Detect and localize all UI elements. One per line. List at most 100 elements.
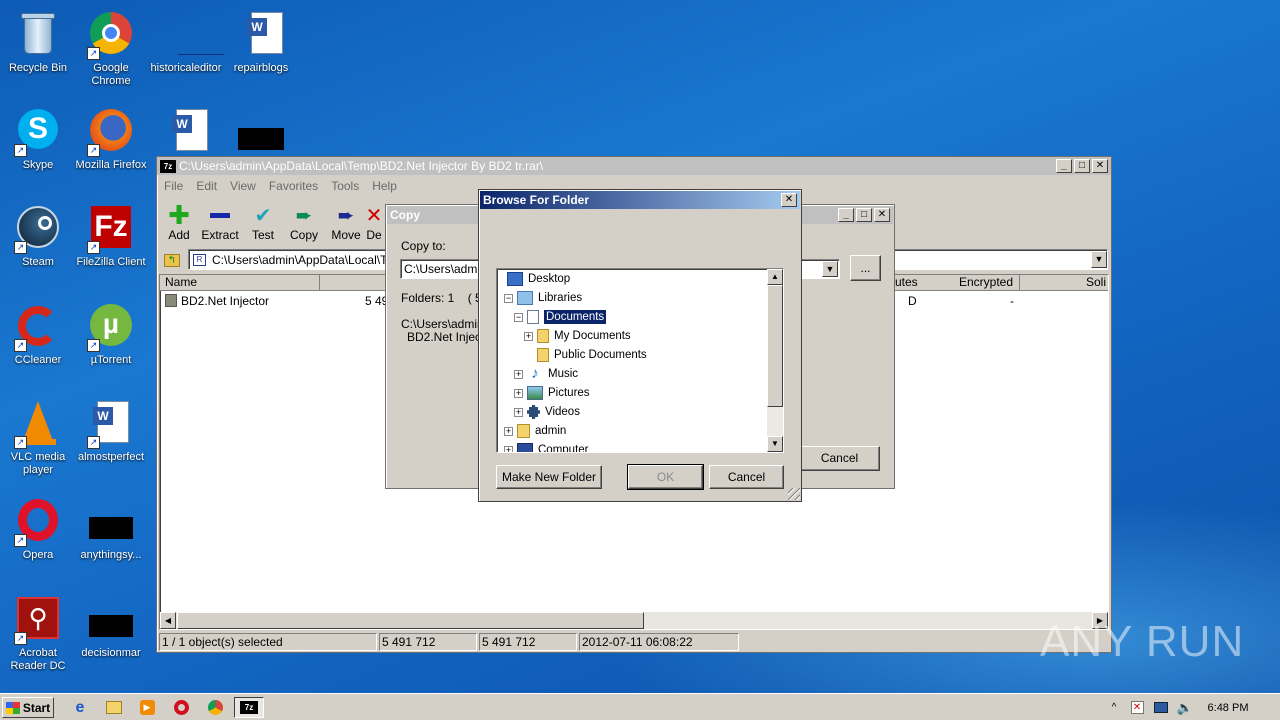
expand-icon[interactable]: + xyxy=(514,388,523,398)
browse-button[interactable]: ... xyxy=(850,255,881,281)
ok-button[interactable]: OK xyxy=(627,464,704,490)
computer-icon xyxy=(517,443,533,452)
maximize-button[interactable]: □ xyxy=(1074,159,1090,173)
tree-item-videos[interactable]: + Videos xyxy=(514,403,580,421)
desktop-icon-acrobat[interactable]: ⚲ ↗ Acrobat Reader DC xyxy=(0,589,76,673)
tree-item-admin[interactable]: + admin xyxy=(504,422,566,440)
folder-icon xyxy=(537,348,549,362)
desktop-icon-word-doc[interactable]: W xyxy=(148,101,224,159)
menu-edit[interactable]: Edit xyxy=(196,179,217,193)
action-center-icon[interactable]: ✕ xyxy=(1128,697,1146,718)
scroll-thumb[interactable] xyxy=(767,285,783,407)
blank-icon xyxy=(162,10,224,58)
clock[interactable]: 6:48 PM xyxy=(1200,697,1256,718)
desktop-icon-historicaleditor[interactable]: historicaleditor xyxy=(148,4,224,75)
tree-item-libraries[interactable]: − Libraries xyxy=(504,289,582,307)
explorer-icon[interactable] xyxy=(104,697,124,718)
desktop-icon-skype[interactable]: S ↗ Skype xyxy=(0,101,76,172)
tree-item-music[interactable]: + ♪ Music xyxy=(514,365,578,383)
desktop-icon-vlc[interactable]: ↗ VLC media player xyxy=(0,393,76,477)
desktop-icon-label: historicaleditor xyxy=(150,62,222,74)
status-packed: 5 491 712 xyxy=(479,633,577,651)
desktop-icon-utorrent[interactable]: µ ↗ µTorrent xyxy=(73,296,149,367)
desktop-icon-recycle-bin[interactable]: Recycle Bin xyxy=(0,4,76,75)
make-new-folder-button[interactable]: Make New Folder xyxy=(496,465,602,489)
collapse-icon[interactable]: − xyxy=(504,293,513,303)
expand-icon[interactable]: + xyxy=(524,331,533,341)
menu-file[interactable]: File xyxy=(164,179,183,193)
menu-tools[interactable]: Tools xyxy=(331,179,359,193)
scroll-thumb[interactable] xyxy=(177,612,644,629)
menu-favorites[interactable]: Favorites xyxy=(269,179,318,193)
test-label: Test xyxy=(251,228,274,242)
scroll-up-button[interactable]: ▲ xyxy=(767,269,783,285)
up-folder-button[interactable]: ↰ xyxy=(160,249,184,271)
desktop-icon-decisionmar[interactable]: decisionmar xyxy=(73,589,149,660)
horizontal-scrollbar[interactable]: ◀ ▶ xyxy=(160,612,1108,629)
close-button[interactable]: ✕ xyxy=(1092,159,1108,173)
network-icon[interactable] xyxy=(1152,697,1170,718)
chrome-icon[interactable] xyxy=(205,697,225,718)
column-encrypted[interactable]: Encrypted xyxy=(950,275,1020,291)
maximize-button[interactable]: □ xyxy=(856,208,872,222)
scroll-left-button[interactable]: ◀ xyxy=(160,612,176,629)
sevenzip-taskbar-button[interactable]: 7z xyxy=(234,697,264,718)
desktop-icon-anythingsy[interactable]: anythingsy... xyxy=(73,491,149,562)
tray-expand-button[interactable]: ^ xyxy=(1106,697,1122,718)
menu-help[interactable]: Help xyxy=(372,179,397,193)
minimize-button[interactable]: _ xyxy=(1056,159,1072,173)
volume-icon[interactable]: 🔈 xyxy=(1176,697,1194,718)
copy-cancel-button[interactable]: Cancel xyxy=(799,446,880,471)
extract-button[interactable]: Extract xyxy=(198,204,242,242)
menu-view[interactable]: View xyxy=(230,179,256,193)
redacted-desktop-icon[interactable] xyxy=(238,128,284,150)
desktop-icon-opera[interactable]: ↗ Opera xyxy=(0,491,76,562)
expand-icon[interactable]: + xyxy=(514,369,523,379)
add-button[interactable]: ✚ Add xyxy=(157,200,201,243)
desktop-icon-ccleaner[interactable]: ↗ CCleaner xyxy=(0,296,76,367)
sevenzip-titlebar[interactable]: 7z C:\Users\admin\AppData\Local\Temp\BD2… xyxy=(157,157,1111,175)
resize-grip-icon[interactable] xyxy=(788,488,800,500)
vertical-scrollbar[interactable]: ▲ ▼ xyxy=(767,269,783,452)
acrobat-icon: ⚲ ↗ xyxy=(14,595,62,645)
tree-item-public-documents[interactable]: Public Documents xyxy=(537,346,647,364)
expand-icon[interactable]: + xyxy=(504,445,513,452)
start-button[interactable]: Start xyxy=(2,697,54,718)
address-dropdown-button[interactable]: ▼ xyxy=(1091,251,1107,268)
test-button[interactable]: ✔ Test xyxy=(241,204,285,243)
tree-item-computer[interactable]: + Computer xyxy=(504,441,589,452)
tree-item-desktop[interactable]: Desktop xyxy=(507,270,570,288)
folder-tree[interactable]: Desktop − Libraries − Documents + My Doc… xyxy=(496,268,784,453)
extract-label: Extract xyxy=(201,228,239,242)
cancel-button[interactable]: Cancel xyxy=(709,465,784,489)
desktop-icon-repairblogs[interactable]: W repairblogs xyxy=(223,4,299,75)
taskbar: Start e ▶ 7z ^ ✕ 🔈 6:48 PM xyxy=(0,693,1280,720)
column-name[interactable]: Name xyxy=(160,275,320,291)
chevron-down-icon[interactable]: ▼ xyxy=(822,261,838,277)
desktop-icon-almostperfect[interactable]: W ↗ almostperfect xyxy=(73,393,149,464)
close-button[interactable]: ✕ xyxy=(874,208,890,222)
tree-item-pictures[interactable]: + Pictures xyxy=(514,384,590,402)
desktop-icon-steam[interactable]: ↗ Steam xyxy=(0,198,76,269)
copy-button[interactable]: ➨ Copy xyxy=(282,204,326,243)
expand-icon[interactable]: + xyxy=(514,407,523,417)
tree-item-documents[interactable]: − Documents xyxy=(514,308,607,326)
browse-titlebar[interactable]: Browse For Folder ✕ xyxy=(480,191,800,209)
collapse-icon[interactable]: − xyxy=(514,312,523,322)
desktop-icon-filezilla[interactable]: Fz ↗ FileZilla Client xyxy=(73,198,149,269)
scroll-down-button[interactable]: ▼ xyxy=(767,436,783,452)
close-button[interactable]: ✕ xyxy=(781,193,797,207)
tree-item-my-documents[interactable]: + My Documents xyxy=(524,327,631,345)
minimize-button[interactable]: _ xyxy=(838,208,854,222)
desktop-icon-label: FileZilla Client xyxy=(76,256,146,268)
media-player-icon[interactable]: ▶ xyxy=(137,697,157,718)
move-button[interactable]: ➨ Move xyxy=(324,204,368,243)
ie-icon[interactable]: e xyxy=(70,697,90,718)
column-solid[interactable]: Soli xyxy=(1021,275,1108,291)
expand-icon[interactable]: + xyxy=(504,426,513,436)
delete-button[interactable]: ✕ De xyxy=(364,204,384,243)
menu-bar: File Edit View Favorites Tools Help xyxy=(164,179,397,193)
opera-icon[interactable] xyxy=(171,697,191,718)
desktop-icon-chrome[interactable]: ↗ Google Chrome xyxy=(73,4,149,88)
desktop-icon-firefox[interactable]: ↗ Mozilla Firefox xyxy=(73,101,149,172)
